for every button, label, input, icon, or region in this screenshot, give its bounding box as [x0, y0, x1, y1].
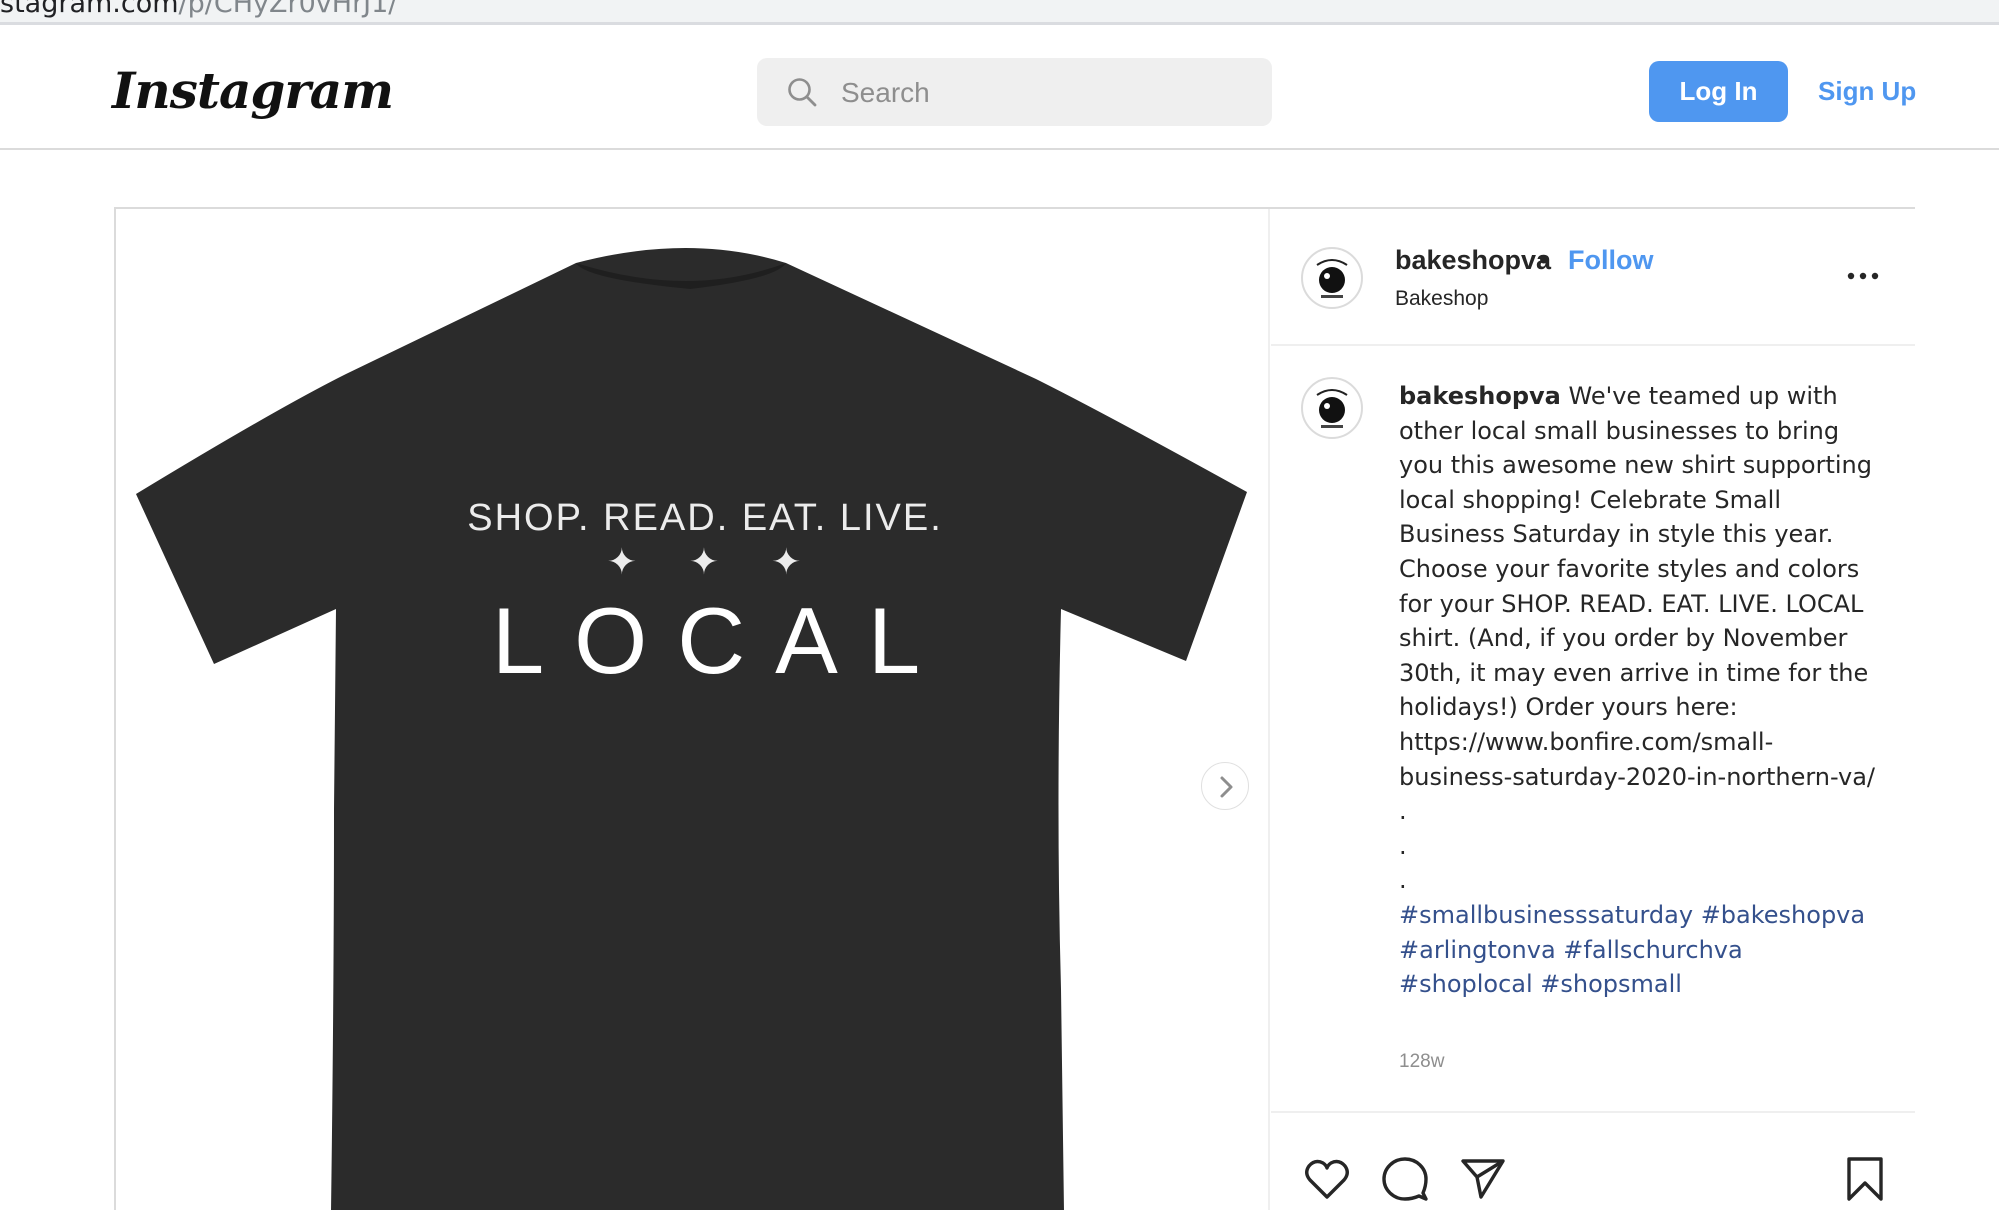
shirt-tagline: SHOP. READ. EAT. LIVE. — [467, 497, 943, 539]
author-username[interactable]: bakeshopva — [1395, 245, 1551, 276]
comment-icon[interactable] — [1379, 1153, 1431, 1205]
bakeshop-logo-icon — [1316, 259, 1348, 298]
signup-link[interactable]: Sign Up — [1818, 61, 1916, 122]
post-card: SHOP. READ. EAT. LIVE. ✦✦✦ LOCAL bakesho… — [114, 207, 1915, 1210]
next-image-button[interactable] — [1201, 762, 1249, 810]
chevron-right-icon — [1220, 776, 1233, 798]
caption-dot: . — [1399, 831, 1407, 860]
post-sidebar: bakeshopva • Follow Bakeshop bakeshopva … — [1271, 209, 1915, 1210]
caption-dot: . — [1399, 866, 1407, 895]
post-timestamp[interactable]: 128w — [1399, 1051, 1444, 1073]
share-icon[interactable] — [1457, 1153, 1509, 1205]
post-caption: bakeshopva We've teamed up with other lo… — [1399, 379, 1879, 1002]
more-options-icon[interactable] — [1843, 261, 1883, 291]
author-display-name: Bakeshop — [1395, 287, 1489, 310]
caption-dot: . — [1399, 797, 1407, 826]
url-text: stagram.com/p/CHyZr0vHrJ1/ — [0, 0, 398, 19]
bookmark-icon[interactable] — [1839, 1153, 1891, 1205]
bakeshop-logo-icon — [1316, 389, 1348, 428]
caption-hashtags[interactable]: #smallbusinesssaturday #bakeshopva #arli… — [1399, 901, 1865, 998]
avatar[interactable] — [1301, 247, 1363, 309]
top-nav: Instagram Search Log In Sign Up — [0, 34, 1999, 150]
caption-avatar[interactable] — [1301, 377, 1363, 439]
instagram-logo[interactable]: Instagram — [112, 61, 394, 120]
follow-button[interactable]: Follow — [1568, 245, 1653, 276]
shirt-stars: ✦✦✦ — [606, 541, 854, 582]
caption-text: We've teamed up with other local small b… — [1399, 382, 1876, 791]
browser-url-bar[interactable]: stagram.com/p/CHyZr0vHrJ1/ — [0, 0, 1999, 25]
heart-icon[interactable] — [1301, 1153, 1353, 1205]
login-button[interactable]: Log In — [1649, 61, 1788, 122]
search-input[interactable]: Search — [841, 77, 930, 109]
action-bar — [1271, 1111, 1915, 1210]
shirt-title: LOCAL — [491, 588, 951, 693]
search-bar[interactable]: Search — [757, 58, 1272, 126]
search-icon — [788, 78, 817, 107]
caption-username[interactable]: bakeshopva — [1399, 382, 1561, 410]
tshirt-graphic — [136, 248, 1247, 1210]
post-header: bakeshopva • Follow Bakeshop — [1271, 209, 1915, 346]
post-image[interactable]: SHOP. READ. EAT. LIVE. ✦✦✦ LOCAL — [116, 209, 1270, 1210]
separator-dot: • — [1539, 245, 1549, 275]
